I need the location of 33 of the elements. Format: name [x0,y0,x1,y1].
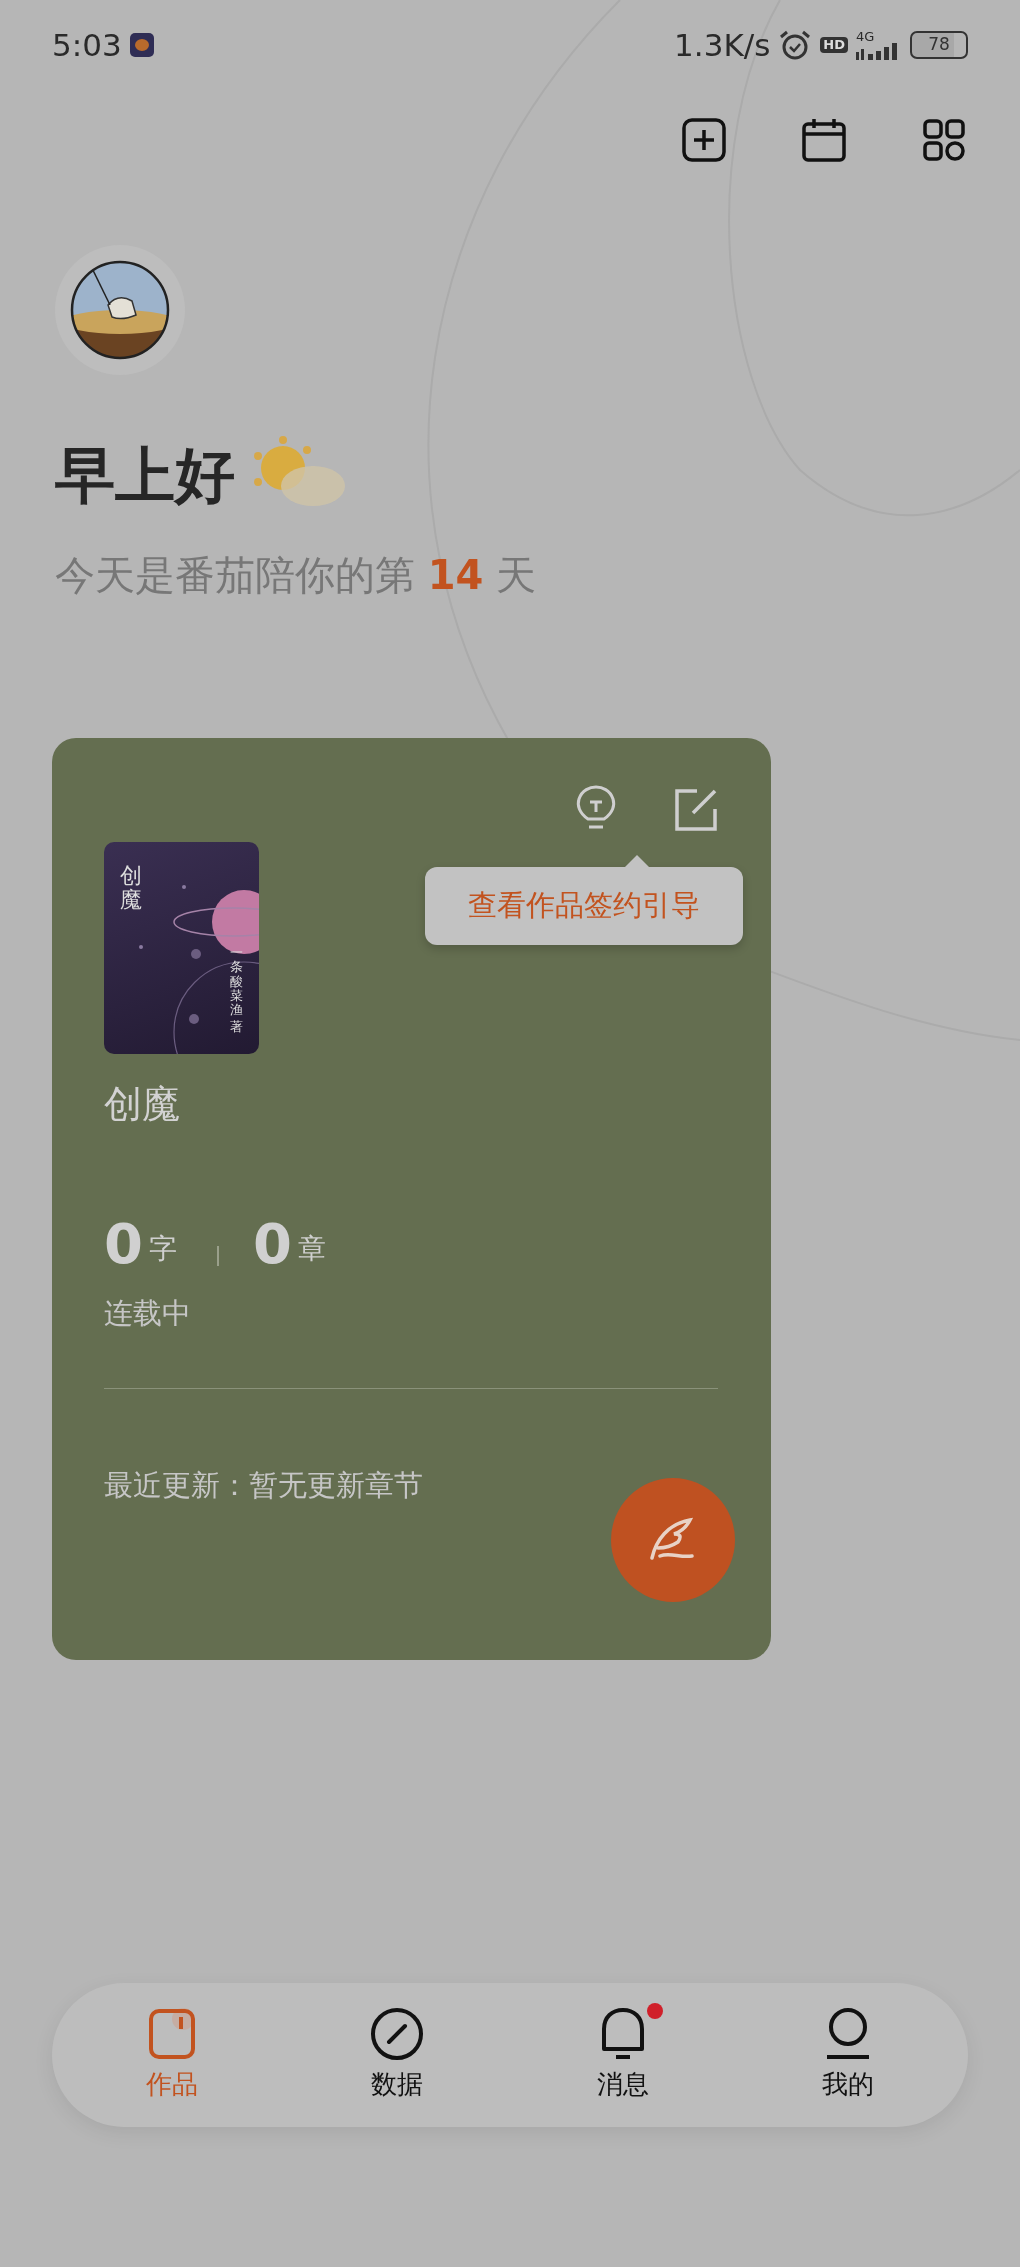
avatar[interactable] [70,260,170,360]
document-icon [147,2006,197,2061]
cover-author: 一条酸菜渔 [230,946,243,1018]
stat-unit: 字 [148,1231,177,1267]
clock-time: 5:03 [52,25,122,65]
network-speed: 1.3K/s [674,25,771,65]
calendar-button[interactable] [800,116,848,164]
latest-update-text: 最近更新：暂无更新章节 [104,1466,424,1504]
companion-days-text: 今天是番茄陪你的第 14 天 [55,551,538,600]
gauge-icon [370,2006,425,2061]
edit-icon[interactable] [673,787,719,833]
hd-badge: HD [820,36,848,54]
battery-indicator: 78 [910,31,968,59]
stat-value: 0 [104,1214,143,1274]
add-button[interactable] [680,116,728,164]
nav-tab[interactable]: 我的 [788,2006,908,2104]
work-title: 创魔 [104,1081,181,1128]
tooltip-pointer [625,855,649,867]
cover-title: 创魔 [120,864,142,913]
greeting-title: 早上好 [55,439,235,512]
app-notification-icon [129,33,154,57]
alarm-icon [778,29,813,61]
grid-menu-button[interactable] [920,116,968,164]
cover-author-suffix: 著 [230,1020,243,1035]
network-type: 4G [856,29,875,43]
nav-tab[interactable]: 数据 [337,2006,458,2104]
work-card[interactable]: 创魔 一条酸菜渔 著 查看作品签约引导 创魔 0 字 0 章 连载中 最近更新：暂无更新章节 [52,738,771,1660]
stat-value: 0 [252,1214,292,1274]
nav-tab[interactable]: 消息 [562,2006,683,2104]
serial-status: 连载中 [104,1295,192,1332]
book-cover[interactable]: 创魔 一条酸菜渔 著 [104,842,259,1054]
stat-unit: 章 [297,1231,326,1267]
bell-icon [599,2006,646,2061]
